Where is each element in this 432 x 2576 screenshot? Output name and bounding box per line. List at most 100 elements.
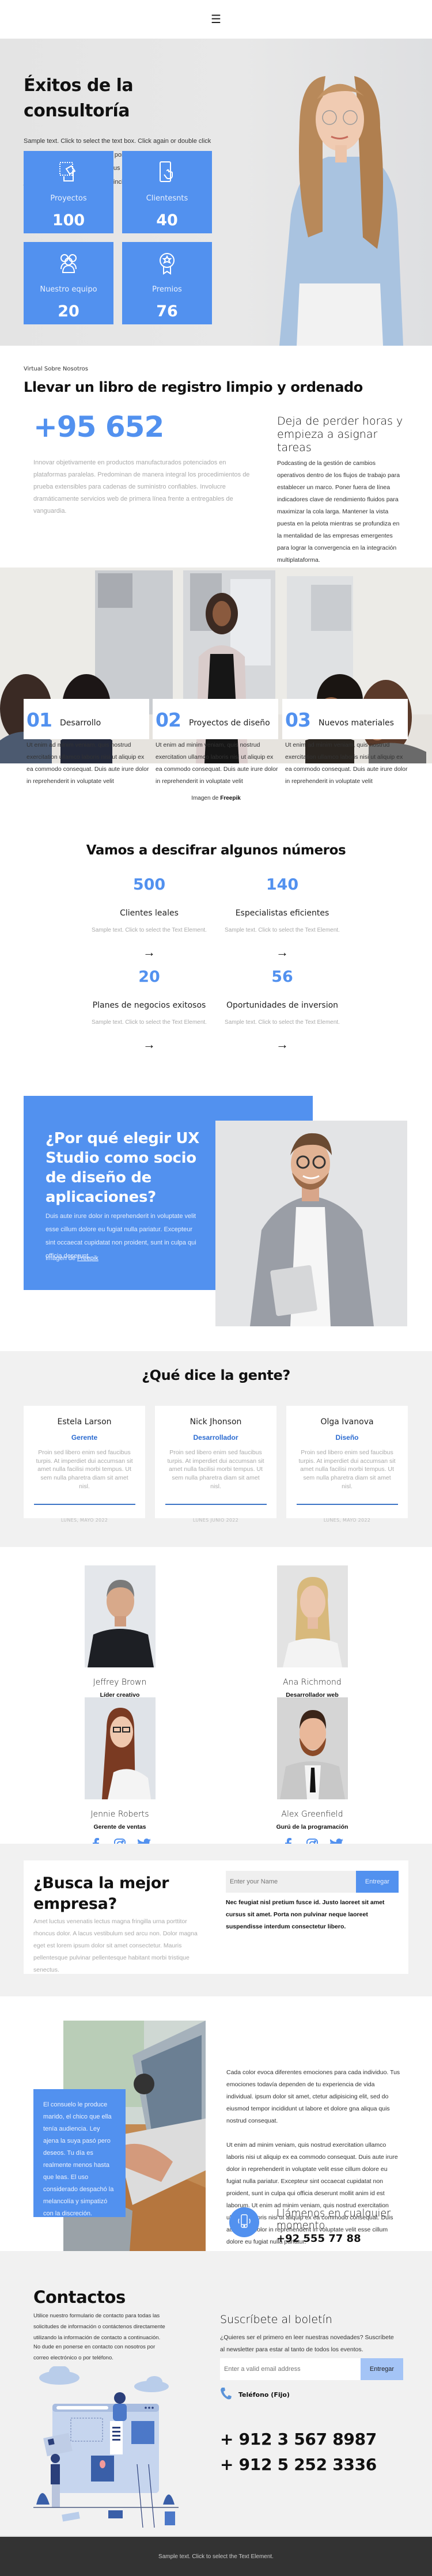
member-photo — [84, 1697, 156, 1799]
numbers-section: Vamos a descifrar algunos números 500 Cl… — [0, 830, 432, 1086]
stat-item: 20 Planes de negocios exitosos Sample te… — [86, 968, 213, 1052]
hero-title: Éxitos de la consultoría — [24, 75, 134, 121]
hero-section: Éxitos de la consultoría Sample text. Cl… — [0, 39, 432, 346]
about-subtitle: Deja de perder horas y empieza a asignar… — [277, 415, 403, 454]
why-section: ¿Por qué elegir UX Studio como socio de … — [0, 1086, 432, 1351]
testimonial-quote: Proin sed libero enim sed faucibus turpi… — [36, 1449, 133, 1490]
tile-label: Premios — [152, 285, 182, 294]
stat-tile-projects: Proyectos 100 — [24, 151, 113, 233]
member-name: Ana Richmond — [283, 1678, 342, 1687]
stat-value: 140 — [266, 876, 299, 894]
stat-text: Sample text. Click to select the Text El… — [92, 1019, 207, 1026]
best-company-section: ¿Busca la mejor empresa? Amet luctus ven… — [0, 1844, 432, 1996]
member-role: Gerente de ventas — [93, 1824, 146, 1830]
site-footer: Sample text. Click to select the Text El… — [0, 2536, 432, 2576]
stat-text: Sample text. Click to select the Text El… — [225, 1019, 340, 1026]
testimonial-date: LUNES, MAYO 2022 — [60, 1517, 108, 1523]
email-input[interactable] — [220, 2358, 361, 2380]
testimonial-date: LUNES, MAYO 2022 — [323, 1517, 371, 1523]
team-member: Alex Greenfield Gurú de la programación — [255, 1697, 370, 1851]
freepik-link[interactable]: Freepik — [77, 1255, 98, 1262]
testimonial-name: Olga Ivanova — [320, 1417, 374, 1427]
arrow-right-icon[interactable]: → — [86, 945, 213, 960]
testimonial-quote: Proin sed libero enim sed faucibus turpi… — [167, 1449, 264, 1490]
office-credit: Imagen de Freepik — [191, 795, 241, 801]
testimonial-role: Desarrollador — [193, 1433, 238, 1442]
testimonial-role: Diseño — [335, 1433, 359, 1442]
call-button[interactable] — [229, 2207, 259, 2237]
tile-value: 40 — [156, 211, 178, 229]
stat-text: Sample text. Click to select the Text El… — [225, 927, 340, 933]
team-member: Ana Richmond Desarrollador web — [255, 1565, 370, 1719]
stat-tile-awards: Premios 76 — [122, 242, 212, 324]
smartphone-ringing-icon — [236, 2212, 253, 2233]
phone-touch-icon — [122, 161, 212, 184]
feature-text: Ut enim ad minim veniam, quis nostrud ex… — [156, 742, 278, 785]
divider — [165, 1503, 267, 1505]
tile-label: Nuestro equipo — [40, 285, 97, 294]
why-credit: Imagen de Freepik — [46, 1255, 98, 1262]
feature-card: 03 Nuevos materiales — [282, 699, 408, 739]
testimonials-section: ¿Qué dice la gente? Estela Larson Gerent… — [0, 1351, 432, 1547]
phone-label-row: Teléfono (Fijo) — [220, 2387, 290, 2403]
feature-title: Nuevos materiales — [319, 718, 394, 728]
about-label: Virtual Sobre Nosotros — [24, 366, 88, 372]
feature-number: 03 — [285, 709, 311, 731]
feature-card: 01 Desarrollo — [24, 699, 149, 739]
hero-woman-photo — [236, 65, 409, 346]
about-description: Podcasting de la gestión de cambios oper… — [277, 460, 400, 563]
about-section: Virtual Sobre Nosotros Llevar un libro d… — [0, 346, 432, 568]
testimonial-role: Gerente — [71, 1433, 98, 1442]
testimonials-title: ¿Qué dice la gente? — [142, 1367, 290, 1383]
best-company-description: Nec feugiat nisl pretium fusce id. Justo… — [226, 1899, 385, 1930]
team-member: Jennie Roberts Gerente de ventas — [62, 1697, 177, 1851]
feature-text: Ut enim ad minim veniam, quis nostrud ex… — [285, 742, 408, 785]
phone-number[interactable]: + 912 5 252 3336 — [220, 2455, 377, 2474]
phone-label: Teléfono (Fijo) — [238, 2391, 290, 2399]
freepik-link[interactable]: Freepik — [220, 795, 241, 801]
newsletter-text: ¿Quieres ser el primero en leer nuestras… — [220, 2334, 394, 2353]
submit-button[interactable]: Entregar — [356, 1871, 399, 1893]
best-company-text: Amet luctus venenatis lectus magna fring… — [33, 1918, 198, 1973]
stat-label: Clientes leales — [120, 909, 179, 918]
member-photo — [84, 1565, 156, 1667]
call-phone-number[interactable]: +92 555 77 88 — [276, 2233, 361, 2245]
stat-tile-clients: Clientesnts 40 — [122, 151, 212, 233]
feature-title: Desarrollo — [60, 718, 101, 728]
call-label: Llámenos en cualquier momento — [276, 2208, 391, 2231]
best-company-card: ¿Busca la mejor empresa? Amet luctus ven… — [24, 1860, 408, 1974]
team-section: Jeffrey Brown Líder creativo Ana Richmon… — [0, 1547, 432, 1851]
award-icon — [122, 252, 212, 275]
about-lead-text: Innovar objetivamente en productos manuf… — [33, 459, 250, 515]
numbers-title: Vamos a descifrar algunos números — [86, 843, 346, 858]
stat-value: 20 — [138, 968, 160, 986]
tile-label: Clientesnts — [146, 194, 188, 203]
contacts-section: Contactos Utilice nuestro formulario de … — [0, 2251, 432, 2536]
arrow-right-icon[interactable]: → — [86, 1037, 213, 1052]
stat-value: 56 — [271, 968, 293, 986]
hamburger-menu-icon[interactable]: ☰ — [211, 14, 221, 25]
features-section: 01 Desarrollo 02 Proyectos de diseño 03 … — [0, 568, 432, 830]
member-name: Alex Greenfield — [281, 1810, 343, 1819]
quote-box: El consuelo le produce marido, el chico … — [33, 2089, 126, 2217]
feature-number: 01 — [26, 709, 52, 731]
newsletter-title: Suscríbete al boletín — [220, 2313, 332, 2326]
phone-number[interactable]: + 912 3 567 8987 — [220, 2430, 377, 2449]
subscribe-button[interactable]: Entregar — [361, 2358, 403, 2380]
site-header: ☰ — [0, 0, 432, 39]
testimonial-name: Nick Jhonson — [190, 1417, 242, 1427]
contacts-title: Contactos — [33, 2287, 126, 2307]
feature-number: 02 — [156, 709, 181, 731]
testimonial-card: Olga Ivanova Diseño Proin sed libero eni… — [286, 1406, 408, 1523]
name-input[interactable] — [226, 1871, 356, 1893]
divider — [296, 1503, 398, 1505]
man-with-laptop-photo — [215, 1121, 407, 1326]
stat-label: Especialistas eficientes — [235, 909, 329, 918]
stat-item: 140 Especialistas eficientes Sample text… — [219, 876, 346, 960]
contacts-text: No dude en ponerse en contacto con nosot… — [33, 2344, 156, 2361]
member-role: Gurú de la programación — [276, 1824, 348, 1830]
stat-label: Planes de negocios exitosos — [92, 1001, 206, 1010]
arrow-right-icon[interactable]: → — [219, 1037, 346, 1052]
arrow-right-icon[interactable]: → — [219, 945, 346, 960]
testimonial-card: Estela Larson Gerente Proin sed libero e… — [24, 1406, 145, 1523]
